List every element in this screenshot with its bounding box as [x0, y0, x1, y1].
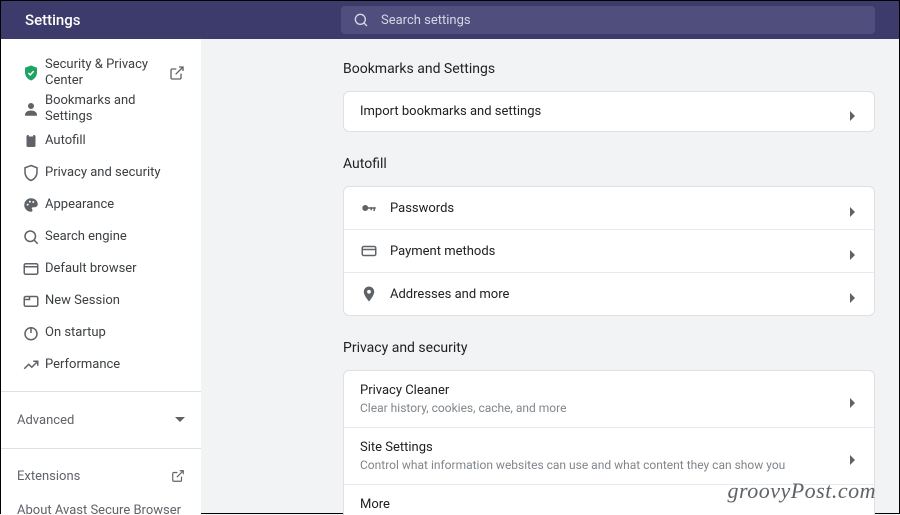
row-passwords[interactable]: Passwords	[344, 187, 874, 229]
row-more[interactable]: More	[344, 484, 874, 515]
sidebar-about[interactable]: About Avast Secure Browser	[1, 493, 201, 515]
sidebar-item-label: Default browser	[45, 261, 185, 277]
section-title: Bookmarks and Settings	[343, 61, 875, 77]
sidebar-item-label: Autofill	[45, 133, 185, 149]
extensions-label: Extensions	[17, 469, 80, 484]
location-pin-icon	[360, 285, 390, 303]
sidebar-item-label: Privacy and security	[45, 165, 185, 181]
row-label: Site Settings	[360, 440, 850, 455]
row-label: Import bookmarks and settings	[360, 104, 850, 119]
clipboard-icon	[17, 132, 45, 150]
row-subtext: Clear history, cookies, cache, and more	[360, 401, 850, 415]
row-privacy-cleaner[interactable]: Privacy Cleaner Clear history, cookies, …	[344, 371, 874, 427]
card: Privacy Cleaner Clear history, cookies, …	[343, 370, 875, 515]
sidebar-item-label: Appearance	[45, 197, 185, 213]
sidebar-extensions[interactable]: Extensions	[1, 459, 201, 493]
sidebar-item-label: Performance	[45, 357, 185, 373]
sidebar-item-privacy[interactable]: Privacy and security	[1, 157, 201, 189]
row-label: More	[360, 497, 858, 512]
credit-card-icon	[360, 242, 390, 260]
sidebar-item-search-engine[interactable]: Search engine	[1, 221, 201, 253]
sidebar-item-label: New Session	[45, 293, 185, 309]
sidebar-item-autofill[interactable]: Autofill	[1, 125, 201, 157]
sidebar-advanced-toggle[interactable]: Advanced	[1, 402, 201, 438]
search-icon	[17, 228, 45, 246]
sidebar-item-on-startup[interactable]: On startup	[1, 317, 201, 349]
section-autofill: Autofill Passwords Payment methods Addre…	[343, 156, 875, 316]
chevron-down-icon	[175, 417, 185, 423]
search-icon	[353, 12, 369, 28]
chevron-right-icon	[850, 393, 858, 405]
row-label: Passwords	[390, 201, 850, 216]
search-input[interactable]	[381, 13, 863, 28]
divider	[1, 448, 201, 449]
sidebar-item-label: Search engine	[45, 229, 185, 245]
card: Import bookmarks and settings	[343, 91, 875, 132]
shield-outline-icon	[17, 164, 45, 182]
row-subtext: Control what information websites can us…	[360, 458, 850, 472]
section-title: Privacy and security	[343, 340, 875, 356]
sidebar-item-label: On startup	[45, 325, 185, 341]
chevron-right-icon	[850, 245, 858, 257]
sidebar-item-performance[interactable]: Performance	[1, 349, 201, 381]
chevron-right-icon	[850, 288, 858, 300]
advanced-label: Advanced	[17, 413, 74, 428]
shield-check-icon	[17, 64, 45, 82]
tab-icon	[17, 292, 45, 310]
section-privacy: Privacy and security Privacy Cleaner Cle…	[343, 340, 875, 515]
sidebar-item-security-center[interactable]: Security & Privacy Center	[1, 53, 201, 93]
row-label: Payment methods	[390, 244, 850, 259]
section-bookmarks: Bookmarks and Settings Import bookmarks …	[343, 61, 875, 132]
row-addresses[interactable]: Addresses and more	[344, 272, 874, 315]
row-import-bookmarks[interactable]: Import bookmarks and settings	[344, 92, 874, 131]
row-site-settings[interactable]: Site Settings Control what information w…	[344, 427, 874, 484]
main-content: Bookmarks and Settings Import bookmarks …	[201, 39, 899, 515]
page-title: Settings	[25, 11, 341, 29]
person-icon	[17, 100, 45, 118]
sidebar-item-appearance[interactable]: Appearance	[1, 189, 201, 221]
chart-line-icon	[17, 356, 45, 374]
section-title: Autofill	[343, 156, 875, 172]
row-payment-methods[interactable]: Payment methods	[344, 229, 874, 272]
key-icon	[360, 199, 390, 217]
sidebar-item-label: Bookmarks and Settings	[45, 93, 185, 124]
about-label: About Avast Secure Browser	[17, 503, 181, 515]
row-label: Addresses and more	[390, 287, 850, 302]
app-header: Settings	[1, 1, 899, 39]
sidebar-item-label: Security & Privacy Center	[45, 57, 163, 88]
chevron-right-icon	[850, 450, 858, 462]
search-container[interactable]	[341, 6, 875, 34]
palette-icon	[17, 196, 45, 214]
row-label: Privacy Cleaner	[360, 383, 850, 398]
open-external-icon	[171, 469, 185, 483]
divider	[1, 391, 201, 392]
card: Passwords Payment methods Addresses and …	[343, 186, 875, 316]
chevron-right-icon	[850, 202, 858, 214]
chevron-right-icon	[850, 106, 858, 118]
sidebar-item-bookmarks[interactable]: Bookmarks and Settings	[1, 93, 201, 125]
open-external-icon	[169, 65, 185, 81]
window-icon	[17, 260, 45, 278]
sidebar-item-default-browser[interactable]: Default browser	[1, 253, 201, 285]
sidebar: Security & Privacy Center Bookmarks and …	[1, 39, 201, 515]
sidebar-item-new-session[interactable]: New Session	[1, 285, 201, 317]
power-icon	[17, 324, 45, 342]
